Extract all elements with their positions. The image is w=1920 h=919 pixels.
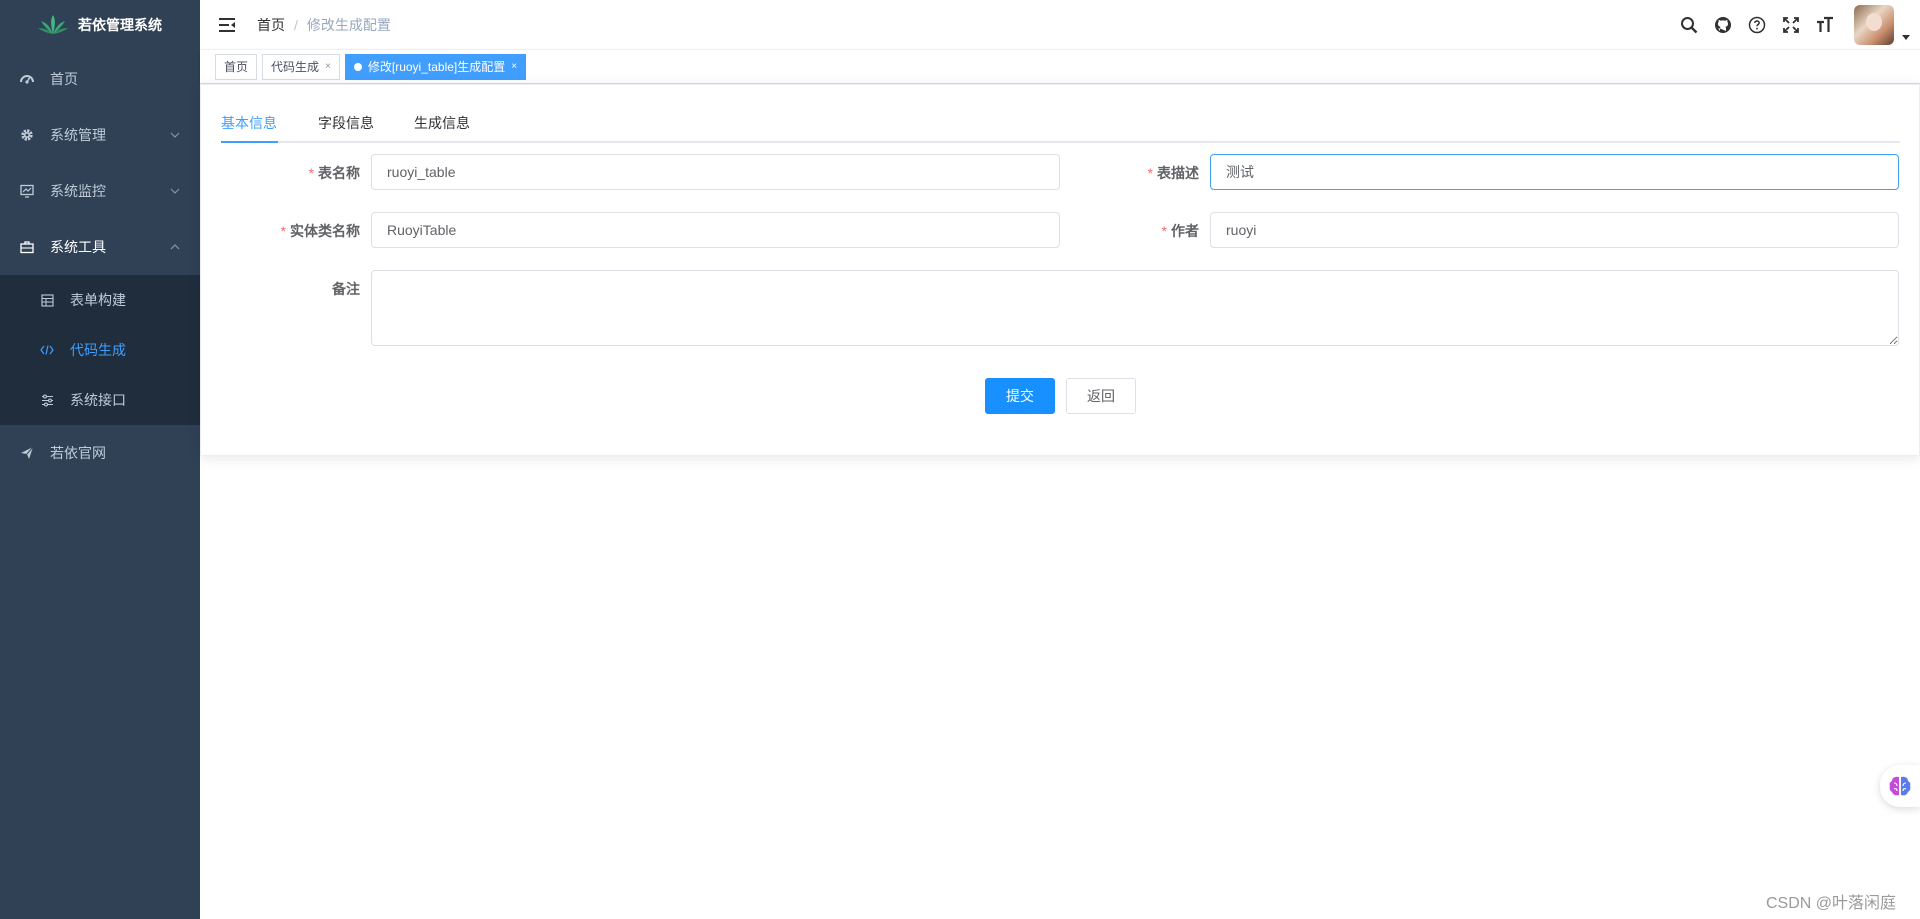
sidebar: 若依管理系统 首页 系统管理 系统监控 系统工具 表单构建 代码生成 系统接口 … bbox=[0, 0, 200, 919]
monitor-icon bbox=[20, 184, 34, 198]
brain-icon[interactable] bbox=[1880, 765, 1920, 807]
tag-home[interactable]: 首页 bbox=[215, 53, 258, 80]
tag-edit-gen-config[interactable]: 修改[ruoyi_table]生成配置 × bbox=[344, 53, 527, 80]
table-name-label: * 表名称 bbox=[308, 165, 360, 181]
sidebar-item-form-build[interactable]: 表单构建 bbox=[0, 275, 200, 325]
close-icon[interactable]: × bbox=[511, 55, 517, 79]
table-icon bbox=[40, 293, 54, 307]
gear-icon bbox=[20, 128, 34, 142]
main-container: 首页 / 修改生成配置 首页 代码生成 × 修改[ruoyi_table]生成配… bbox=[200, 0, 1920, 919]
chevron-down-icon bbox=[170, 132, 180, 138]
right-menu bbox=[1672, 0, 1910, 50]
close-icon[interactable]: × bbox=[325, 55, 331, 79]
font-size-icon[interactable] bbox=[1814, 14, 1836, 36]
table-comment-label: * 表描述 bbox=[1147, 165, 1199, 181]
tab-basic-info[interactable]: 基本信息 bbox=[221, 103, 277, 143]
sidebar-item-label: 系统接口 bbox=[70, 392, 126, 408]
help-icon[interactable] bbox=[1746, 14, 1768, 36]
sidebar-item-label: 首页 bbox=[50, 71, 78, 87]
search-icon[interactable] bbox=[1678, 14, 1700, 36]
logo[interactable]: 若依管理系统 bbox=[0, 0, 200, 50]
breadcrumb-home[interactable]: 首页 bbox=[257, 15, 285, 35]
table-comment-input[interactable] bbox=[1210, 154, 1899, 190]
github-icon[interactable] bbox=[1712, 14, 1734, 36]
sidebar-item-system[interactable]: 系统管理 bbox=[0, 107, 200, 163]
dashboard-icon bbox=[20, 72, 34, 86]
tabs: 基本信息 字段信息 生成信息 bbox=[221, 103, 1900, 143]
tags-view: 首页 代码生成 × 修改[ruoyi_table]生成配置 × bbox=[200, 50, 1920, 84]
code-icon bbox=[40, 343, 54, 357]
user-menu[interactable] bbox=[1854, 5, 1910, 45]
breadcrumb-current: 修改生成配置 bbox=[306, 16, 391, 33]
sidebar-item-code-gen[interactable]: 代码生成 bbox=[0, 325, 200, 375]
tag-label: 代码生成 bbox=[271, 59, 320, 74]
tag-label: 修改[ruoyi_table]生成配置 bbox=[367, 59, 506, 74]
class-name-input[interactable] bbox=[371, 212, 1060, 248]
fullscreen-icon[interactable] bbox=[1780, 14, 1802, 36]
form-card: 基本信息 字段信息 生成信息 *表名称 *表描述 *实体类名称 *作者 备注 提… bbox=[200, 84, 1920, 456]
tab-gen-info[interactable]: 生成信息 bbox=[414, 103, 470, 143]
active-tab-indicator bbox=[221, 141, 278, 143]
author-label: * 作者 bbox=[1161, 223, 1199, 239]
navbar: 首页 / 修改生成配置 bbox=[200, 0, 1920, 50]
tools-submenu: 表单构建 代码生成 系统接口 bbox=[0, 275, 200, 425]
toolbox-icon bbox=[20, 240, 34, 254]
avatar[interactable] bbox=[1854, 5, 1894, 45]
sliders-icon bbox=[40, 393, 54, 407]
required-mark: * bbox=[1161, 223, 1167, 239]
required-mark: * bbox=[280, 223, 286, 239]
back-button[interactable]: 返回 bbox=[1066, 378, 1136, 414]
sidebar-item-label: 代码生成 bbox=[70, 342, 126, 358]
required-mark: * bbox=[1147, 165, 1153, 181]
chevron-up-icon bbox=[170, 244, 180, 250]
tag-label: 首页 bbox=[224, 59, 249, 74]
breadcrumb-separator: / bbox=[294, 16, 298, 33]
watermark: CSDN @叶落闲庭 bbox=[1765, 895, 1896, 912]
table-name-input[interactable] bbox=[371, 154, 1060, 190]
class-name-label: * 实体类名称 bbox=[280, 223, 360, 239]
required-mark: * bbox=[308, 165, 314, 181]
tab-field-info[interactable]: 字段信息 bbox=[318, 103, 374, 143]
caret-down-icon bbox=[1902, 35, 1910, 40]
sidebar-item-label: 若依官网 bbox=[50, 445, 106, 461]
sidebar-item-tools[interactable]: 系统工具 bbox=[0, 219, 200, 275]
sidebar-item-label: 系统工具 bbox=[50, 239, 106, 255]
sidebar-item-home[interactable]: 首页 bbox=[0, 51, 200, 107]
active-dot bbox=[353, 62, 362, 71]
sidebar-item-monitor[interactable]: 系统监控 bbox=[0, 163, 200, 219]
remark-textarea[interactable] bbox=[371, 270, 1899, 346]
sidebar-item-swagger[interactable]: 系统接口 bbox=[0, 375, 200, 425]
breadcrumb: 首页 / 修改生成配置 bbox=[257, 15, 391, 35]
hamburger-icon[interactable] bbox=[215, 13, 239, 37]
send-icon bbox=[20, 446, 34, 460]
sidebar-item-website[interactable]: 若依官网 bbox=[0, 425, 200, 481]
sidebar-item-label: 系统管理 bbox=[50, 127, 106, 143]
chevron-down-icon bbox=[170, 188, 180, 194]
author-input[interactable] bbox=[1210, 212, 1899, 248]
sidebar-item-label: 表单构建 bbox=[70, 292, 126, 308]
sidebar-item-label: 系统监控 bbox=[50, 183, 106, 199]
remark-label: 备注 bbox=[332, 281, 360, 297]
tag-code-gen[interactable]: 代码生成 × bbox=[262, 53, 340, 80]
logo-icon bbox=[38, 15, 68, 34]
app-title: 若依管理系统 bbox=[78, 17, 162, 33]
submit-button[interactable]: 提交 bbox=[985, 378, 1055, 414]
